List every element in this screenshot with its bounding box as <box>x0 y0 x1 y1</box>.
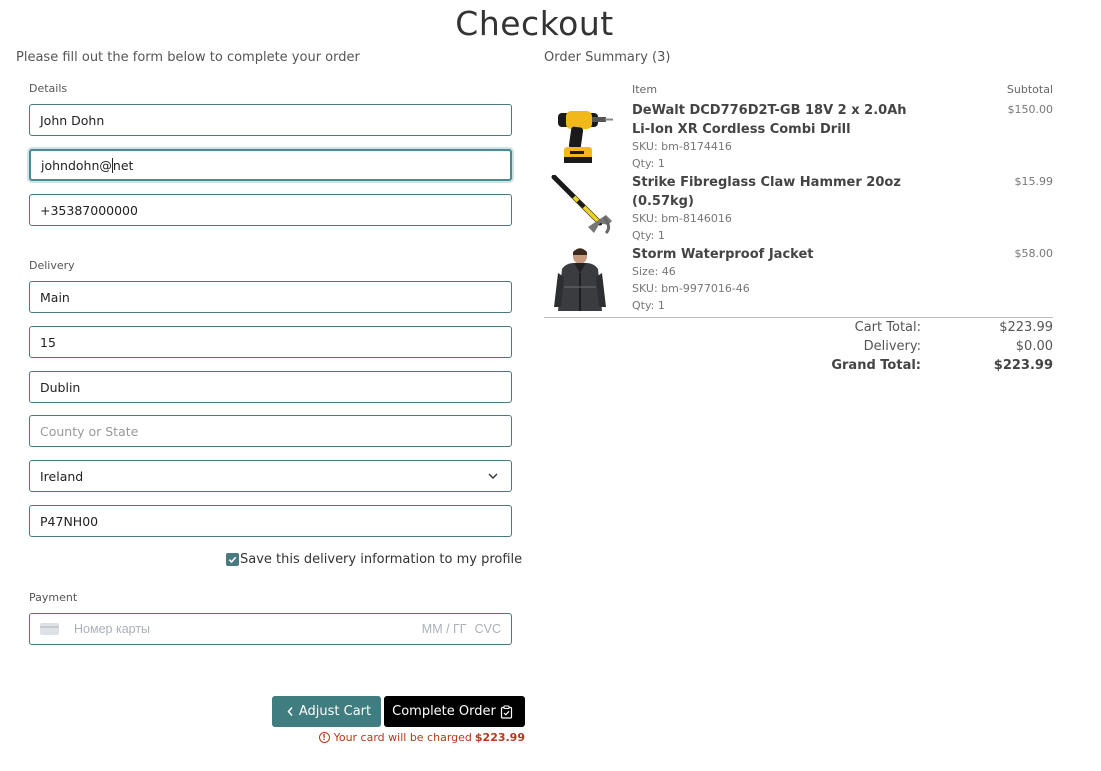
hammer-name: Strike Fibreglass Claw Hammer 20oz (0.57… <box>632 175 901 209</box>
country-select[interactable]: Ireland <box>29 460 512 492</box>
checkmark-icon <box>228 556 237 564</box>
jacket-image <box>554 248 606 311</box>
jacket-qty: Qty: 1 <box>632 299 665 312</box>
summary-divider <box>544 317 1053 318</box>
phone-value: +35387000000 <box>40 202 138 218</box>
hammer-price: $15.99 <box>1014 175 1054 188</box>
delivery-value: $0.00 <box>1015 339 1053 354</box>
complete-order-label: Complete Order <box>392 704 496 719</box>
item-column-header: Item <box>632 83 658 96</box>
complete-order-button[interactable]: Complete Order <box>384 696 525 727</box>
payment-section-label: Payment <box>29 591 78 604</box>
street-input[interactable]: Main <box>29 281 512 313</box>
drill-qty: Qty: 1 <box>632 157 665 170</box>
card-cvc-placeholder: CVC <box>474 622 501 636</box>
chevron-down-icon <box>488 473 498 479</box>
order-summary-heading: Order Summary (3) <box>544 50 671 65</box>
save-info-checkbox[interactable] <box>226 553 239 566</box>
adjust-cart-label: Adjust Cart <box>298 704 372 719</box>
order-item-jacket: Storm Waterproof Jacket Size: 46 SKU: bm… <box>544 247 1053 315</box>
card-expiry-placeholder: ММ / ГГ <box>421 622 467 636</box>
cart-total-label: Cart Total: <box>854 320 921 335</box>
charge-notice-text: Your card will be charged <box>333 731 472 744</box>
jacket-price: $58.00 <box>1014 247 1054 260</box>
save-info-toggle[interactable]: Save this delivery information to my pro… <box>226 552 522 567</box>
city-input[interactable]: Dublin <box>29 371 512 403</box>
delivery-section-label: Delivery <box>29 259 75 272</box>
hammer-sku: SKU: bm-8146016 <box>632 212 732 225</box>
drill-name: DeWalt DCD776D2T-GB 18V 2 x 2.0Ah Li-Ion… <box>632 103 907 137</box>
country-value: Ireland <box>40 468 84 484</box>
street-value: Main <box>40 289 70 305</box>
chevron-left-icon <box>287 707 293 716</box>
house-number-value: 15 <box>40 334 56 350</box>
full-name-value: John Dohn <box>40 112 105 128</box>
email-value-end: net <box>112 157 134 173</box>
cart-total-value: $223.99 <box>999 320 1053 335</box>
jacket-name: Storm Waterproof Jacket <box>632 247 814 262</box>
full-name-input[interactable]: John Dohn <box>29 104 512 136</box>
drill-sku: SKU: bm-8174416 <box>632 140 732 153</box>
clipboard-check-icon <box>500 704 512 719</box>
hammer-qty: Qty: 1 <box>632 229 665 242</box>
postcode-value: P47NH00 <box>40 513 99 529</box>
phone-input[interactable]: +35387000000 <box>29 194 512 226</box>
county-placeholder: County or State <box>40 423 139 439</box>
city-value: Dublin <box>40 379 81 395</box>
card-number-placeholder: Номер карты <box>74 622 151 636</box>
drill-image <box>558 111 613 163</box>
form-intro: Please fill out the form below to comple… <box>16 50 360 65</box>
house-number-input[interactable]: 15 <box>29 326 512 358</box>
grand-total-value: $223.99 <box>993 358 1053 373</box>
drill-price: $150.00 <box>1007 103 1054 116</box>
subtotal-column-header: Subtotal <box>1006 83 1053 96</box>
jacket-sku: SKU: bm-9977016-46 <box>632 282 750 295</box>
postcode-input[interactable]: P47NH00 <box>29 505 512 537</box>
save-info-label: Save this delivery information to my pro… <box>240 552 523 567</box>
email-value-start: johndohn@ <box>41 157 112 173</box>
charge-amount: $223.99 <box>474 731 525 744</box>
page-title: Checkout <box>455 4 614 43</box>
county-input[interactable]: County or State <box>29 415 512 447</box>
details-section-label: Details <box>29 82 68 95</box>
jacket-size: Size: 46 <box>632 265 676 278</box>
email-input[interactable]: johndohn@ net <box>29 149 512 181</box>
delivery-label: Delivery: <box>863 339 921 354</box>
card-input[interactable]: Номер карты ММ / ГГ CVC <box>29 613 512 645</box>
order-item-hammer: Strike Fibreglass Claw Hammer 20oz (0.57… <box>544 175 1053 243</box>
grand-total-label: Grand Total: <box>831 358 921 373</box>
order-item-drill: DeWalt DCD776D2T-GB 18V 2 x 2.0Ah Li-Ion… <box>544 103 1053 171</box>
exclamation-circle-icon: ! <box>318 732 330 743</box>
adjust-cart-button[interactable]: Adjust Cart <box>272 696 381 727</box>
charge-notice: ! Your card will be charged $223.99 <box>318 731 525 744</box>
hammer-image <box>551 175 612 235</box>
credit-card-icon <box>40 623 59 635</box>
